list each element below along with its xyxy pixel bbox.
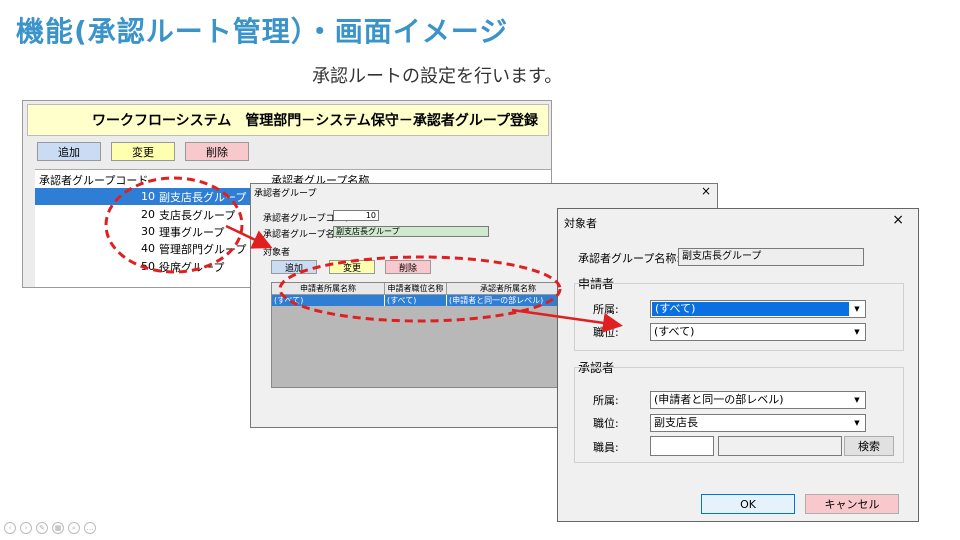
group-name-label: 承認者グループ名称: bbox=[578, 252, 681, 265]
edit-button[interactable]: 変更 bbox=[111, 142, 175, 161]
search-button[interactable]: 検索 bbox=[844, 436, 894, 456]
add-button[interactable]: 追加 bbox=[37, 142, 101, 161]
column-header: 申請者所属名称 bbox=[272, 283, 385, 295]
delete-button[interactable]: 削除 bbox=[385, 260, 431, 274]
slide-subtitle: 承認ルートの設定を行います。 bbox=[312, 66, 563, 87]
approver-position-label: 職位: bbox=[593, 417, 619, 430]
delete-button[interactable]: 削除 bbox=[185, 142, 249, 161]
dialog-title: 承認者グループ bbox=[254, 189, 317, 199]
row-name: 副支店長グループ bbox=[159, 190, 247, 204]
group-name-field: 副支店長グループ bbox=[678, 248, 864, 266]
applicant-group-box: 所属: (すべて) ▼ 職位: (すべて) ▼ bbox=[574, 283, 904, 351]
chevron-down-icon[interactable]: ▼ bbox=[849, 419, 865, 427]
table-row[interactable]: 40 管理部門グループ bbox=[35, 240, 251, 257]
approver-group-box: 所属: (申請者と同一の部レベル) ▼ 職位: 副支店長 ▼ 職員: 検索 bbox=[574, 367, 904, 463]
close-icon[interactable]: × bbox=[701, 184, 711, 198]
column-header: 申請者職位名称 bbox=[385, 283, 447, 295]
table-row[interactable]: 10 副支店長グループ bbox=[35, 188, 251, 205]
applicant-affiliation-select[interactable]: (すべて) ▼ bbox=[650, 300, 866, 318]
applicant-position-select[interactable]: (すべて) ▼ bbox=[650, 323, 866, 341]
slide-title: 機能(承認ルート管理）・画面イメージ bbox=[16, 15, 509, 48]
approver-affiliation-select[interactable]: (申請者と同一の部レベル) ▼ bbox=[650, 391, 866, 409]
slides-grid-icon[interactable]: ▦ bbox=[52, 522, 64, 534]
table-row[interactable]: 20 支店長グループ bbox=[35, 206, 251, 223]
target-section-label: 対象者 bbox=[263, 248, 291, 258]
applicant-affiliation-label: 所属: bbox=[593, 303, 619, 316]
group-name-label: 承認者グループ名称 bbox=[263, 230, 344, 240]
column-header: 承認者所属名称 bbox=[447, 283, 570, 295]
row-code: 40 bbox=[141, 242, 155, 255]
applicant-position-label: 職位: bbox=[593, 326, 619, 339]
group-name-input[interactable]: 副支店長グループ bbox=[333, 226, 489, 237]
approver-position-select[interactable]: 副支店長 ▼ bbox=[650, 414, 866, 432]
row-name: 支店長グループ bbox=[159, 208, 236, 222]
window-title-bar: ワークフローシステム 管理部門－システム保守－承認者グループ登録 bbox=[27, 104, 549, 136]
prev-slide-icon[interactable]: ‹ bbox=[4, 522, 16, 534]
dialog-title: 対象者 bbox=[564, 217, 597, 230]
edit-button[interactable]: 変更 bbox=[329, 260, 375, 274]
target-grid: 申請者所属名称 申請者職位名称 承認者所属名称 (すべて) (すべて) (申請者… bbox=[271, 282, 571, 388]
ok-button[interactable]: OK bbox=[701, 494, 795, 514]
row-name: 理事グループ bbox=[159, 225, 225, 239]
slide-nav: ‹ › ✎ ▦ ⌕ … bbox=[4, 522, 96, 534]
row-code: 30 bbox=[141, 225, 155, 238]
approver-affiliation-label: 所属: bbox=[593, 394, 619, 407]
row-name: 役席グループ bbox=[159, 260, 225, 274]
row-name: 管理部門グループ bbox=[159, 242, 247, 256]
add-button[interactable]: 追加 bbox=[271, 260, 317, 274]
table-cell[interactable]: (すべて) bbox=[385, 295, 447, 306]
table-row[interactable]: 50 役席グループ bbox=[35, 258, 251, 275]
chevron-down-icon[interactable]: ▼ bbox=[849, 305, 865, 313]
table-cell[interactable]: (申請者と同一の部レベル) bbox=[447, 295, 570, 306]
approver-staff-label: 職員: bbox=[593, 441, 619, 454]
row-code: 50 bbox=[141, 260, 155, 273]
staff-code-input[interactable] bbox=[650, 436, 714, 456]
row-code: 20 bbox=[141, 208, 155, 221]
pen-icon[interactable]: ✎ bbox=[36, 522, 48, 534]
cancel-button[interactable]: キャンセル bbox=[805, 494, 899, 514]
target-person-dialog: 対象者 × 承認者グループ名称: 副支店長グループ 申請者 所属: (すべて) … bbox=[557, 208, 919, 522]
staff-name-field bbox=[718, 436, 842, 456]
next-slide-icon[interactable]: › bbox=[20, 522, 32, 534]
more-icon[interactable]: … bbox=[84, 522, 96, 534]
close-icon[interactable]: × bbox=[892, 212, 904, 228]
group-code-input[interactable]: 10 bbox=[333, 210, 379, 221]
table-row[interactable]: 30 理事グループ bbox=[35, 223, 251, 240]
table-cell[interactable]: (すべて) bbox=[272, 295, 385, 306]
chevron-down-icon[interactable]: ▼ bbox=[849, 328, 865, 336]
row-code: 10 bbox=[141, 190, 155, 203]
zoom-icon[interactable]: ⌕ bbox=[68, 522, 80, 534]
chevron-down-icon[interactable]: ▼ bbox=[849, 396, 865, 404]
column-header-code: 承認者グループコード bbox=[39, 174, 149, 187]
